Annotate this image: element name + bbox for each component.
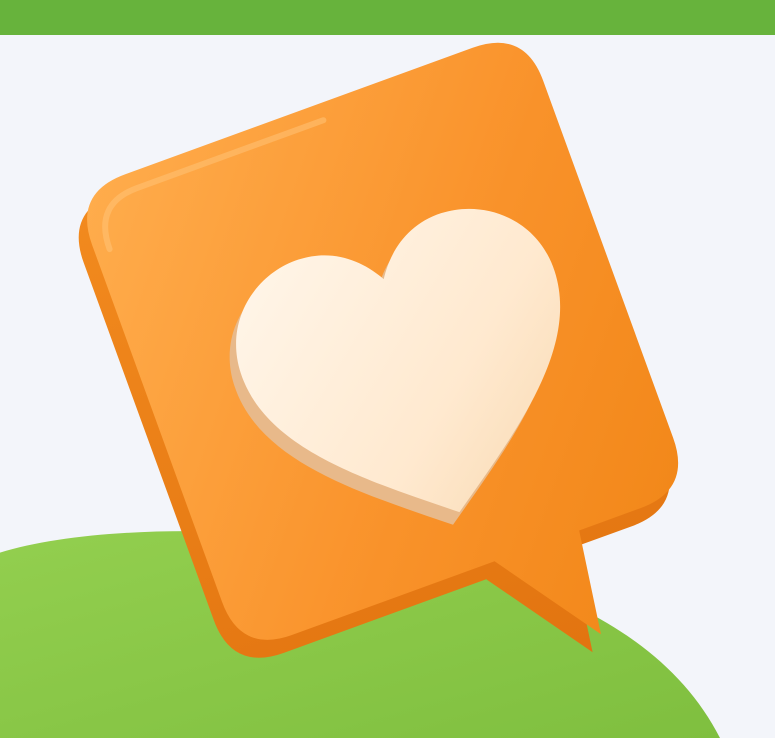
illustration-svg: [0, 42, 720, 738]
like-notification-illustration: [0, 0, 775, 738]
